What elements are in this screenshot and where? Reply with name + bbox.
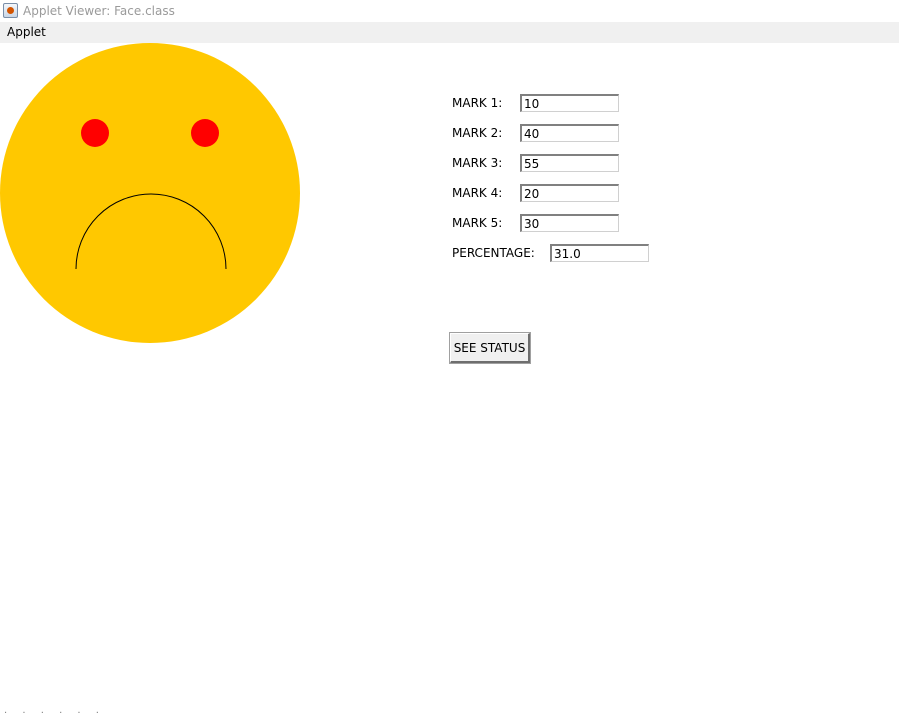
mark-5-field[interactable]: [520, 214, 619, 232]
mark-3-label: MARK 3:: [452, 156, 503, 170]
menu-item-applet[interactable]: Applet: [7, 25, 46, 39]
mark-2-field[interactable]: [520, 124, 619, 142]
window-title-bar: Applet Viewer: Face.class: [0, 0, 899, 22]
see-status-button[interactable]: SEE STATUS: [450, 333, 530, 363]
mark-2-label: MARK 2:: [452, 126, 503, 140]
mark-4-field[interactable]: [520, 184, 619, 202]
menu-bar: Applet: [0, 22, 899, 43]
right-eye: [191, 119, 219, 147]
window-title: Applet Viewer: Face.class: [23, 4, 175, 18]
java-applet-icon: [3, 3, 18, 18]
mark-5-label: MARK 5:: [452, 216, 503, 230]
mark-1-field[interactable]: [520, 94, 619, 112]
percentage-field[interactable]: [550, 244, 649, 262]
status-bar-text: . . . . . .: [4, 705, 105, 716]
face-circle: [0, 43, 300, 343]
mark-3-field[interactable]: [520, 154, 619, 172]
mark-1-label: MARK 1:: [452, 96, 503, 110]
percentage-label: PERCENTAGE:: [452, 246, 535, 260]
left-eye: [81, 119, 109, 147]
mark-4-label: MARK 4:: [452, 186, 503, 200]
sad-face-drawing: [0, 43, 300, 343]
